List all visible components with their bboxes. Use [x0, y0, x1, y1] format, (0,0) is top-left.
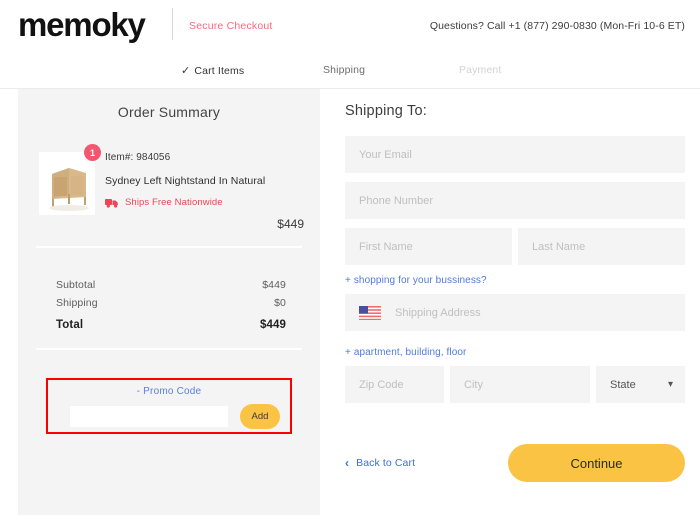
brand-logo[interactable]: memoky [18, 6, 146, 43]
promo-code-highlight: - Promo Code Add [46, 378, 292, 434]
summary-divider-top [36, 246, 302, 248]
apartment-link[interactable]: + apartment, building, floor [345, 347, 466, 358]
nightstand-image [39, 152, 95, 215]
quantity-badge: 1 [84, 144, 101, 161]
phone-field[interactable] [345, 182, 685, 219]
shipping-form-title: Shipping To: [345, 103, 427, 119]
subtotal-value: $449 [262, 279, 286, 291]
truck-icon [105, 199, 118, 208]
header-divider [172, 8, 173, 40]
tab-cart-items[interactable]: ✓ Cart Items [181, 64, 244, 77]
city-field[interactable] [450, 366, 590, 403]
tab-payment: Payment [459, 64, 502, 76]
shipping-address-field[interactable] [381, 306, 685, 319]
product-thumbnail [39, 152, 95, 215]
last-name-field[interactable] [518, 228, 685, 265]
subtotal-label: Subtotal [56, 279, 96, 291]
item-price: $449 [277, 217, 304, 231]
total-row-shipping: Shipping $0 [56, 297, 286, 309]
checkout-page: memoky Secure Checkout Questions? Call +… [0, 0, 700, 515]
total-row-subtotal: Subtotal $449 [56, 279, 286, 291]
totals-list: Subtotal $449 Shipping $0 Total $449 [56, 279, 286, 337]
promo-code-toggle[interactable]: - Promo Code [48, 386, 290, 397]
logo-text: memoky [18, 6, 146, 43]
checkout-steps: ✓ Cart Items Shipping Payment [0, 53, 700, 89]
state-select-value: State [610, 378, 636, 391]
zip-code-field[interactable] [345, 366, 444, 403]
promo-code-input[interactable] [70, 406, 228, 427]
back-to-cart-label: Back to Cart [356, 457, 416, 469]
free-shipping-label: Ships Free Nationwide [125, 197, 223, 208]
back-to-cart-link[interactable]: ‹ Back to Cart [345, 456, 415, 470]
item-name: Sydney Left Nightstand In Natural [105, 175, 266, 187]
order-summary-panel: Order Summary 1 Item#: 984056 Sydney Lef… [18, 89, 320, 515]
check-icon: ✓ [181, 65, 191, 77]
tab-cart-items-label: Cart Items [194, 65, 245, 77]
free-shipping-note: Ships Free Nationwide [105, 197, 223, 208]
chevron-down-icon: ▾ [667, 378, 673, 390]
order-summary-title: Order Summary [117, 104, 221, 120]
shipping-value: $0 [274, 297, 286, 309]
tab-shipping[interactable]: Shipping [323, 64, 365, 76]
business-shopping-link[interactable]: + shopping for your bussiness? [345, 275, 487, 286]
shipping-form: Shipping To: + shopping for your bussine… [345, 89, 685, 482]
total-row-grand: Total $449 [56, 319, 286, 331]
first-name-field[interactable] [345, 228, 512, 265]
item-number: Item#: 984056 [105, 152, 171, 163]
chevron-left-icon: ‹ [345, 456, 350, 470]
shipping-label: Shipping [56, 297, 98, 309]
promo-add-button[interactable]: Add [240, 404, 280, 429]
summary-divider-bottom [36, 348, 302, 350]
grand-total-value: $449 [260, 319, 286, 331]
continue-button[interactable]: Continue [508, 444, 685, 482]
grand-total-label: Total [56, 319, 84, 331]
us-flag-icon [359, 305, 381, 320]
shipping-address-row [345, 294, 685, 331]
secure-checkout-label: Secure Checkout [189, 20, 273, 32]
support-phone-text: Questions? Call +1 (877) 290-0830 (Mon-F… [429, 20, 685, 32]
email-field[interactable] [345, 136, 685, 173]
state-select[interactable]: State ▾ [596, 366, 685, 403]
site-header: memoky Secure Checkout Questions? Call +… [0, 0, 700, 53]
